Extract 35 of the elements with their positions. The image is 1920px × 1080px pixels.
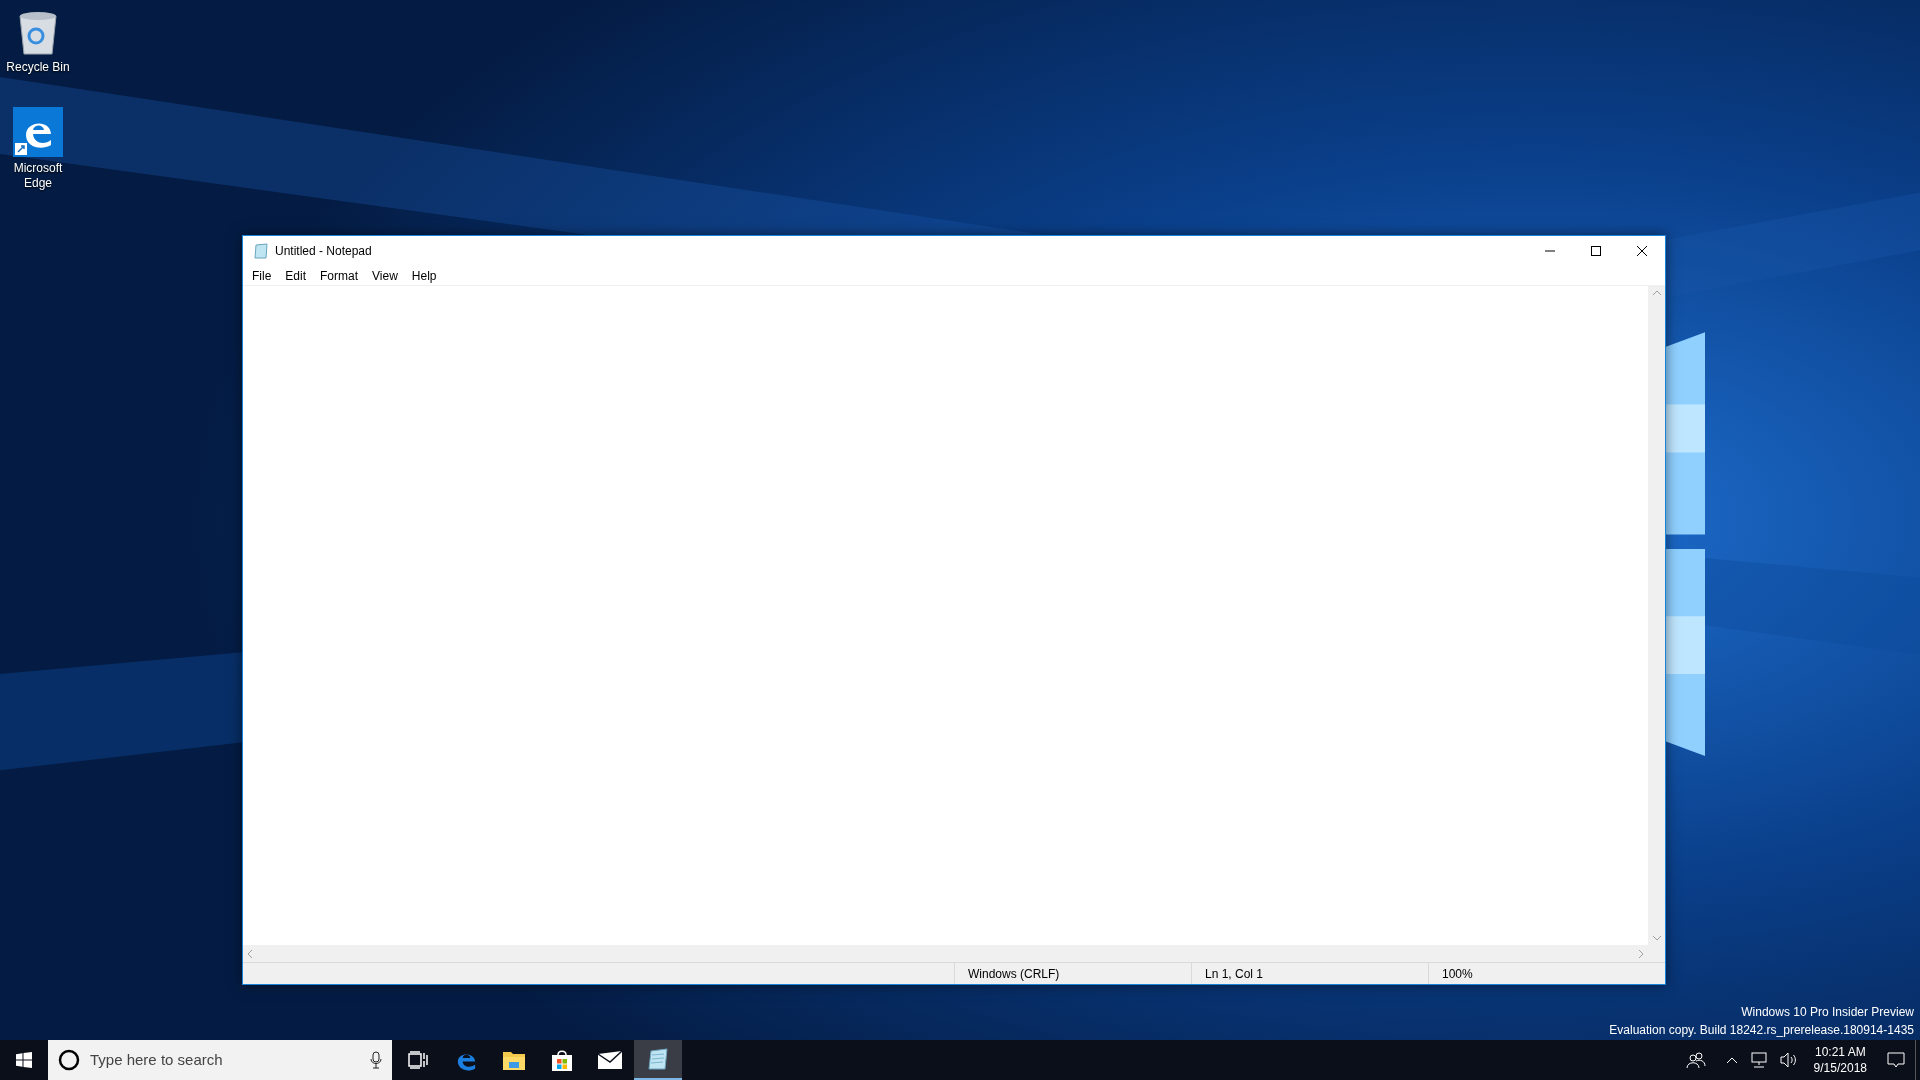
notification-icon[interactable] bbox=[1887, 1052, 1905, 1068]
search-bar[interactable]: Type here to search bbox=[48, 1040, 392, 1080]
os-notice-text: Evaluation copy. Build 18242.rs_prerelease.180914-1435 bbox=[1609, 1022, 1914, 1039]
notepad-icon bbox=[646, 1047, 670, 1071]
menu-item[interactable]: Edit bbox=[278, 266, 314, 285]
microphone-icon[interactable] bbox=[370, 1051, 382, 1069]
edge-browser-icon bbox=[13, 107, 63, 157]
clock[interactable]: 10:21 AM 9/15/2018 bbox=[1813, 1044, 1867, 1076]
status-bar-text: 100% bbox=[1442, 965, 1473, 983]
network-icon[interactable] bbox=[1749, 1052, 1768, 1068]
search-field[interactable]: Type here to search bbox=[90, 1048, 370, 1072]
task-view-icon bbox=[408, 1051, 428, 1069]
close-icon bbox=[1637, 246, 1647, 256]
desktop-icon-label[interactable]: Recycle Bin bbox=[0, 60, 76, 75]
trash-bin-icon bbox=[16, 10, 60, 56]
shopping-bag-icon bbox=[550, 1048, 574, 1072]
circle-icon[interactable] bbox=[58, 1049, 80, 1071]
status-bar-text: Ln 1, Col 1 bbox=[1205, 965, 1264, 983]
envelope-icon bbox=[597, 1050, 623, 1070]
people-icon[interactable] bbox=[1685, 1051, 1706, 1069]
status-bar-text: Windows (CRLF) bbox=[968, 965, 1060, 983]
windows-logo-icon bbox=[16, 1052, 32, 1068]
folder-icon bbox=[502, 1049, 526, 1071]
menu-item[interactable]: Format bbox=[313, 266, 366, 285]
os-notice-text: Windows 10 Pro Insider Preview bbox=[1741, 1004, 1914, 1021]
desktop-icon-label[interactable]: Microsoft Edge bbox=[0, 161, 76, 191]
menu-item[interactable]: File bbox=[245, 266, 279, 285]
maximize-icon bbox=[1591, 246, 1601, 256]
speaker-icon[interactable] bbox=[1779, 1052, 1798, 1068]
menu-item[interactable]: View bbox=[365, 266, 405, 285]
chevron-up-icon[interactable] bbox=[1725, 1056, 1738, 1064]
menu-item[interactable]: Help bbox=[404, 266, 444, 285]
taskbar-app-button[interactable] bbox=[634, 1040, 682, 1080]
notepad-icon bbox=[253, 243, 269, 259]
window-title: Untitled - Notepad bbox=[275, 243, 372, 260]
